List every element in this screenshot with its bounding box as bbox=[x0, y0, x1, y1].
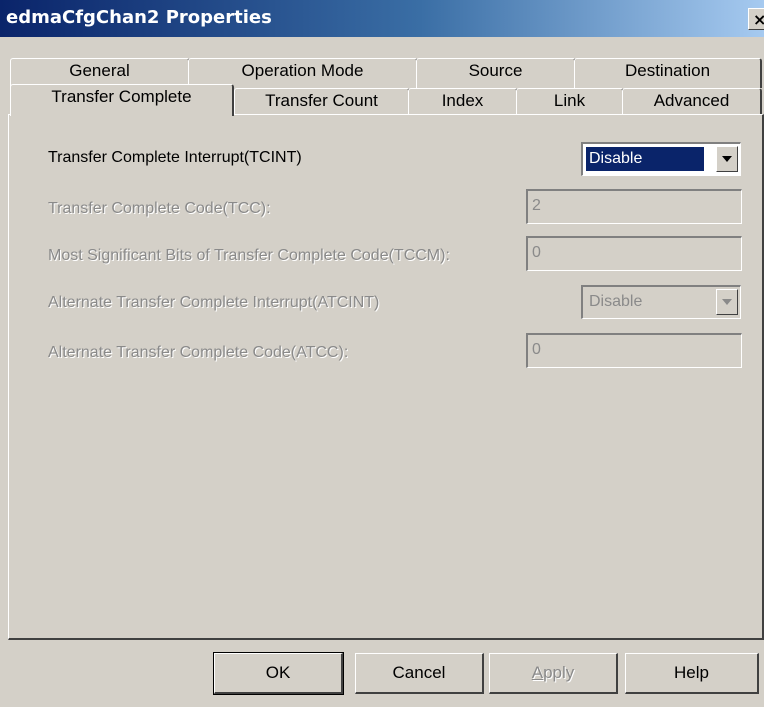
tab-label: Transfer Complete bbox=[51, 87, 192, 106]
tcc-label: Transfer Complete Code(TCC): bbox=[48, 200, 271, 217]
tab-destination[interactable]: Destination bbox=[574, 58, 762, 88]
tab-label: Destination bbox=[624, 61, 711, 80]
atcc-label: Alternate Transfer Complete Code(ATCC): bbox=[48, 344, 349, 361]
tab-label: Transfer Count bbox=[265, 91, 378, 110]
apply-accelerator: A bbox=[531, 663, 544, 682]
close-icon: × bbox=[753, 10, 764, 29]
tab-label: Source bbox=[468, 61, 523, 80]
chevron-down-icon[interactable] bbox=[716, 289, 738, 315]
tab-label: General bbox=[69, 61, 130, 80]
chevron-down-icon[interactable] bbox=[716, 146, 738, 172]
tcint-selected-value: Disable bbox=[586, 147, 704, 171]
atcc-field[interactable]: 0 bbox=[526, 333, 742, 368]
tcint-label: Transfer Complete Interrupt(TCINT) bbox=[48, 149, 302, 166]
tab-label: Operation Mode bbox=[241, 61, 364, 80]
tccm-value: 0 bbox=[532, 244, 541, 261]
atcc-value: 0 bbox=[532, 341, 541, 358]
help-button[interactable]: Help bbox=[625, 653, 759, 694]
tab-transfer-count[interactable]: Transfer Count bbox=[234, 88, 410, 116]
tab-panel: Transfer Complete Interrupt(TCINT) Disab… bbox=[8, 114, 764, 640]
tab-label: Advanced bbox=[653, 91, 730, 110]
tab-label: Index bbox=[441, 91, 484, 110]
tcc-value: 2 bbox=[532, 197, 541, 214]
window-title: edmaCfgChan2 Properties bbox=[6, 7, 272, 28]
tab-source[interactable]: Source bbox=[416, 58, 576, 88]
tab-index[interactable]: Index bbox=[408, 88, 518, 116]
tab-link[interactable]: Link bbox=[516, 88, 624, 116]
tcc-field[interactable]: 2 bbox=[526, 189, 742, 224]
tab-advanced[interactable]: Advanced bbox=[622, 88, 762, 116]
cancel-button[interactable]: Cancel bbox=[355, 653, 484, 694]
tcint-select[interactable]: Disable bbox=[581, 142, 741, 176]
atcint-select[interactable]: Disable bbox=[581, 285, 741, 319]
atcint-label: Alternate Transfer Complete Interrupt(AT… bbox=[48, 294, 380, 311]
tccm-label: Most Significant Bits of Transfer Comple… bbox=[48, 247, 450, 264]
tab-transfer-complete[interactable]: Transfer Complete bbox=[10, 84, 234, 116]
tab-label: Link bbox=[553, 91, 586, 110]
apply-button[interactable]: Apply bbox=[489, 653, 618, 694]
title-bar: edmaCfgChan2 Properties × bbox=[0, 0, 764, 37]
ok-button[interactable]: OK bbox=[213, 652, 344, 695]
apply-label-rest: pply bbox=[543, 663, 575, 682]
tccm-field[interactable]: 0 bbox=[526, 236, 742, 271]
close-button[interactable]: × bbox=[748, 8, 764, 30]
atcint-selected-value: Disable bbox=[589, 293, 643, 310]
